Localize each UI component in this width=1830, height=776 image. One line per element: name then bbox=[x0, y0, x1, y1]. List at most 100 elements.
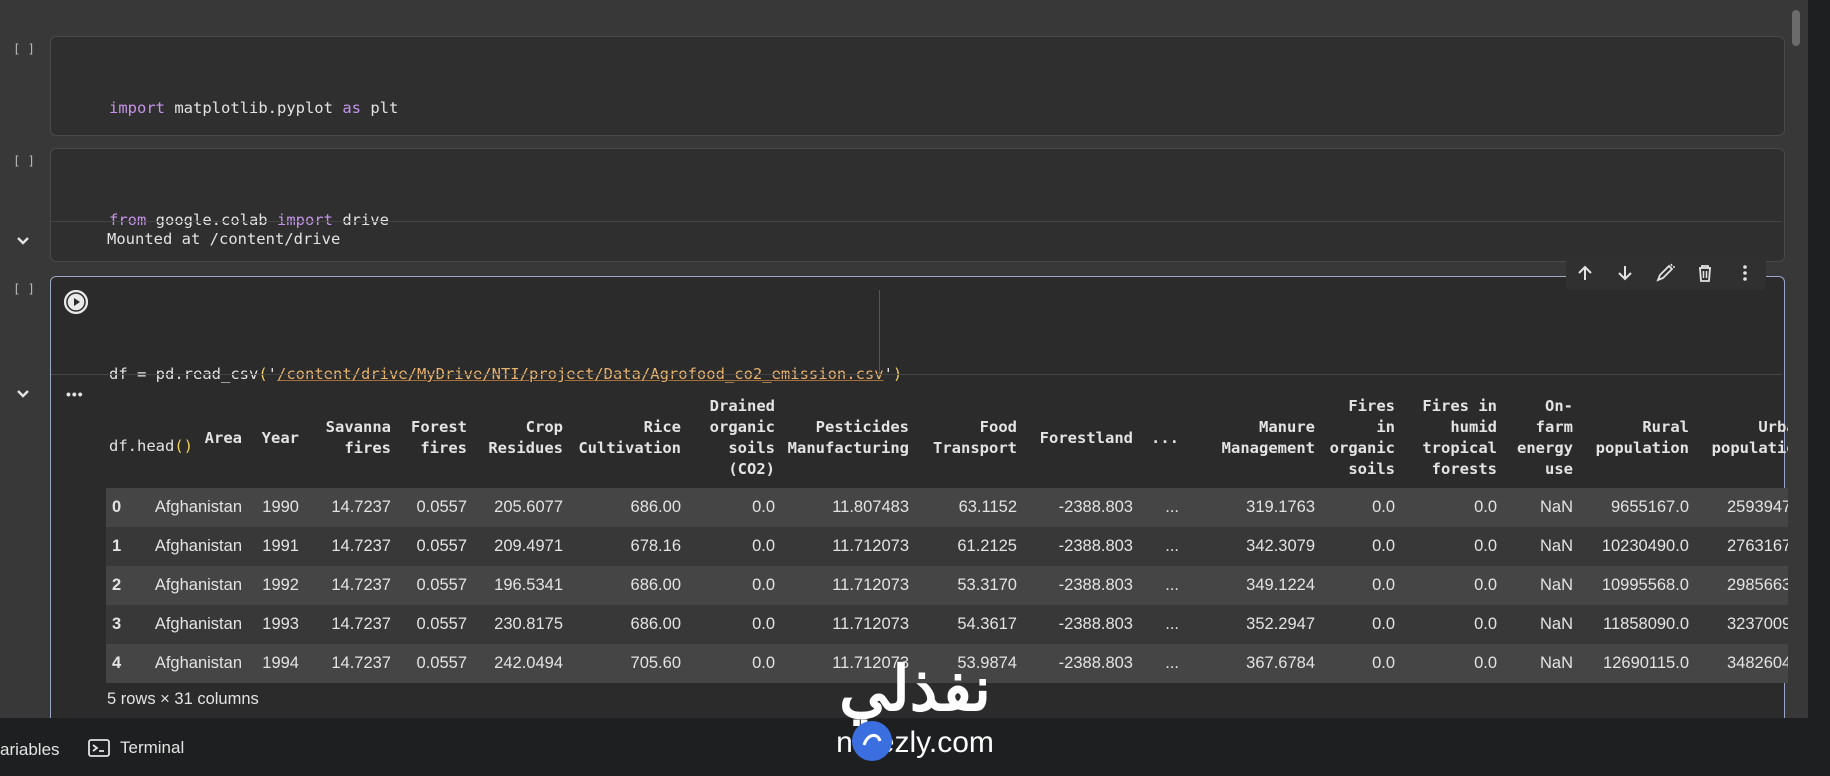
table-cell: -2388.803 bbox=[1023, 644, 1139, 683]
table-cell: 0.0 bbox=[1321, 488, 1401, 527]
column-header: Pesticides Manufacturing bbox=[787, 418, 909, 457]
table-cell: 1992 bbox=[248, 566, 305, 605]
code-line: from google.colab import drive bbox=[109, 211, 389, 229]
table-cell: 4 bbox=[106, 644, 138, 683]
table-cell: 686.00 bbox=[569, 605, 687, 644]
play-icon bbox=[64, 290, 88, 314]
column-header: Fires in humid tropical forests bbox=[1422, 397, 1497, 478]
table-cell: 3 bbox=[106, 605, 138, 644]
watermark-arabic: نفذلي bbox=[839, 655, 991, 724]
table-cell: 209.4971 bbox=[473, 527, 569, 566]
table-cell: ... bbox=[1139, 605, 1185, 644]
column-header: On-farm energy use bbox=[1517, 397, 1573, 478]
table-cell: 11.807483 bbox=[781, 488, 915, 527]
notebook-area: [ ] import matplotlib.pyplot as plt impo… bbox=[0, 0, 1808, 718]
table-cell: 0.0 bbox=[1321, 644, 1401, 683]
table-cell: 242.0494 bbox=[473, 644, 569, 683]
table-cell: -2388.803 bbox=[1023, 605, 1139, 644]
table-cell: 230.8175 bbox=[473, 605, 569, 644]
table-cell: -2388.803 bbox=[1023, 566, 1139, 605]
column-header: Area bbox=[204, 428, 242, 447]
column-header: Crop Residues bbox=[488, 418, 563, 457]
column-header: Rice Cultivation bbox=[578, 418, 681, 457]
cell-output-text: Mounted at /content/drive bbox=[107, 230, 341, 248]
table-cell: 10995568.0 bbox=[1579, 566, 1695, 605]
table-cell: 0.0 bbox=[1401, 566, 1503, 605]
column-header: ... bbox=[1151, 428, 1179, 447]
table-cell: ... bbox=[1139, 566, 1185, 605]
table-cell: 14.7237 bbox=[305, 488, 397, 527]
cell-exec-count: [ ] bbox=[13, 154, 35, 168]
watermark-latin: nafezly.com bbox=[836, 726, 994, 759]
table-cell: 0.0 bbox=[687, 644, 781, 683]
table-cell: 686.00 bbox=[569, 488, 687, 527]
table-cell: 11.712073 bbox=[781, 566, 915, 605]
table-cell: 0 bbox=[106, 488, 138, 527]
output-divider bbox=[51, 374, 1782, 375]
table-cell: NaN bbox=[1503, 605, 1579, 644]
table-cell: 0.0557 bbox=[397, 605, 473, 644]
table-cell: 11.712073 bbox=[781, 527, 915, 566]
cell-exec-count: [ ] bbox=[13, 42, 35, 56]
column-header bbox=[106, 388, 138, 488]
column-header: Forest fires bbox=[411, 418, 467, 457]
table-cell: 678.16 bbox=[569, 527, 687, 566]
table-cell: 54.3617 bbox=[915, 605, 1023, 644]
column-header: Food Transport bbox=[933, 418, 1017, 457]
chevron-down-icon[interactable] bbox=[14, 385, 32, 403]
more-vert-icon[interactable] bbox=[1734, 262, 1756, 284]
table-cell: 63.1152 bbox=[915, 488, 1023, 527]
table-cell: 2 bbox=[106, 566, 138, 605]
table-cell: 12690115.0 bbox=[1579, 644, 1695, 683]
table-cell: 1993 bbox=[248, 605, 305, 644]
table-cell: 61.2125 bbox=[915, 527, 1023, 566]
scrollbar-thumb[interactable] bbox=[1792, 10, 1800, 46]
table-cell: 0.0 bbox=[687, 566, 781, 605]
table-cell: 0.0557 bbox=[397, 527, 473, 566]
table-cell: 0.0 bbox=[1401, 644, 1503, 683]
arrow-down-icon[interactable] bbox=[1614, 262, 1636, 284]
table-cell: 686.00 bbox=[569, 566, 687, 605]
table-cell: 9655167.0 bbox=[1579, 488, 1695, 527]
arrow-up-icon[interactable] bbox=[1574, 262, 1596, 284]
code-line: import matplotlib.pyplot as plt bbox=[109, 99, 399, 117]
table-cell: 0.0 bbox=[1321, 527, 1401, 566]
table-row: 0 Afghanistan 1990 14.7237 0.0557 205.6077 686… bbox=[106, 488, 1808, 527]
column-header: Rural population bbox=[1595, 418, 1689, 457]
table-cell: 352.2947 bbox=[1185, 605, 1321, 644]
table-cell: 0.0 bbox=[1401, 488, 1503, 527]
table-header-row: Area Year Savanna fires Forest fires Crop Re… bbox=[106, 388, 1808, 488]
run-cell-button[interactable] bbox=[64, 290, 88, 314]
table-cell: Afghanistan bbox=[138, 527, 248, 566]
scrollbar-track[interactable] bbox=[1788, 0, 1808, 718]
table-cell: 0.0557 bbox=[397, 644, 473, 683]
table-cell: ... bbox=[1139, 488, 1185, 527]
edit-icon[interactable] bbox=[1654, 262, 1676, 284]
table-cell: Afghanistan bbox=[138, 644, 248, 683]
table-cell: 11858090.0 bbox=[1579, 605, 1695, 644]
table-cell: 196.5341 bbox=[473, 566, 569, 605]
table-body: 0 Afghanistan 1990 14.7237 0.0557 205.6077 686… bbox=[106, 488, 1808, 683]
column-header: Forestland bbox=[1039, 428, 1133, 447]
table-cell: 349.1224 bbox=[1185, 566, 1321, 605]
table-cell: NaN bbox=[1503, 566, 1579, 605]
terminal-icon bbox=[88, 739, 110, 757]
trash-icon[interactable] bbox=[1694, 262, 1716, 284]
table-cell: -2388.803 bbox=[1023, 527, 1139, 566]
column-header: Drained organic soils (CO2) bbox=[709, 397, 775, 478]
column-header: Year bbox=[261, 428, 299, 447]
output-more-icon[interactable]: ••• bbox=[66, 386, 84, 402]
table-cell: 1 bbox=[106, 527, 138, 566]
table-cell: Afghanistan bbox=[138, 488, 248, 527]
table-cell: 319.1763 bbox=[1185, 488, 1321, 527]
variables-tab[interactable]: ariables bbox=[0, 740, 60, 760]
terminal-tab[interactable]: Terminal bbox=[88, 738, 184, 758]
output-divider bbox=[51, 221, 1782, 222]
column-header: Manure Management bbox=[1221, 418, 1315, 457]
dataframe-summary: 5 rows × 31 columns bbox=[107, 690, 259, 708]
table-cell: -2388.803 bbox=[1023, 488, 1139, 527]
table-cell: 14.7237 bbox=[305, 566, 397, 605]
chevron-down-icon[interactable] bbox=[14, 232, 32, 250]
table-cell: 0.0 bbox=[1321, 605, 1401, 644]
nafezly-logo-icon bbox=[852, 721, 892, 761]
